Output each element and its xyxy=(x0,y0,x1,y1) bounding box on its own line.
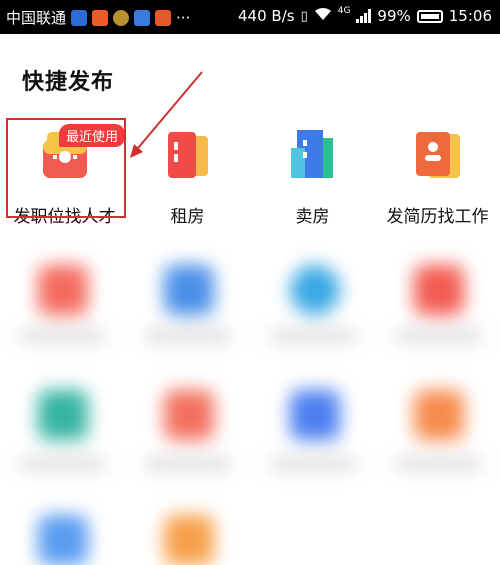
blurred-icon xyxy=(164,515,214,565)
blurred-label xyxy=(396,330,482,342)
blurred-grid xyxy=(0,250,500,565)
blurred-label xyxy=(20,330,106,342)
blurred-label xyxy=(20,458,106,470)
blurred-icon xyxy=(38,515,88,565)
blurred-label xyxy=(145,330,231,342)
blurred-icon xyxy=(164,390,214,440)
blurred-icon xyxy=(38,390,88,440)
blurred-icon xyxy=(290,265,340,315)
blurred-label xyxy=(145,458,231,470)
blurred-label xyxy=(270,330,356,342)
blurred-icon xyxy=(38,265,88,315)
blurred-label xyxy=(396,458,482,470)
blurred-label xyxy=(270,458,356,470)
blurred-icon xyxy=(290,390,340,440)
blurred-icon xyxy=(414,390,464,440)
blurred-icon xyxy=(414,265,464,315)
blurred-icon xyxy=(164,265,214,315)
